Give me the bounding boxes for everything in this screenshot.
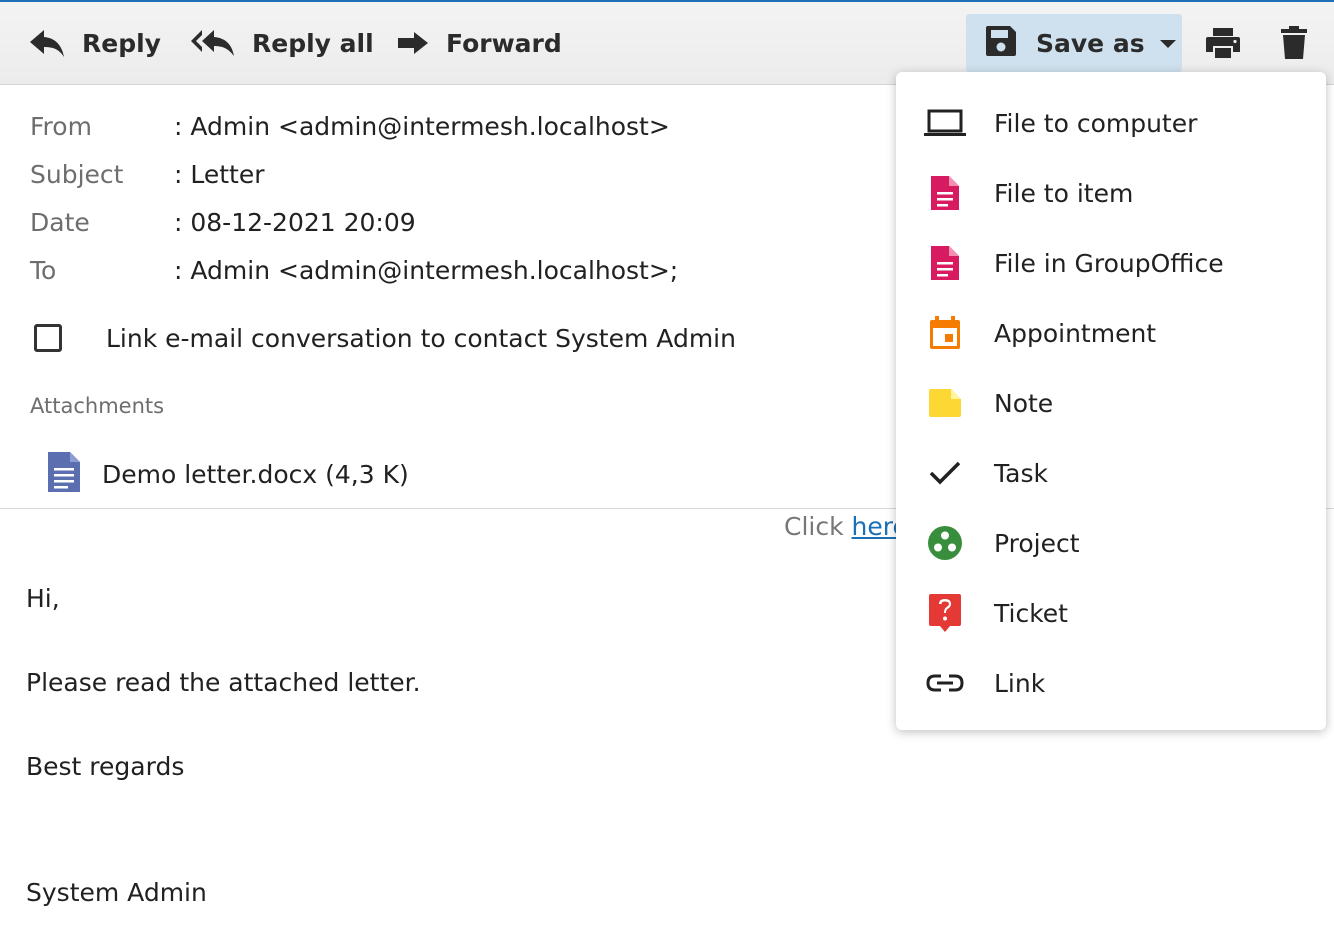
menu-item-label: Ticket <box>994 598 1068 628</box>
subject-label: Subject <box>30 159 124 189</box>
menu-item-appointment[interactable]: Appointment <box>896 298 1326 368</box>
reply-all-button[interactable]: Reply all <box>190 2 374 84</box>
header-to-row: To : Admin <admin@intermesh.localhost>; <box>30 250 678 290</box>
menu-item-link[interactable]: Link <box>896 648 1326 718</box>
menu-item-file-to-computer[interactable]: File to computer <box>896 88 1326 158</box>
save-as-menu: File to computer File to item File in Gr… <box>896 72 1326 730</box>
menu-item-label: File in GroupOffice <box>994 248 1224 278</box>
external-content-notice: Click here <box>784 512 908 541</box>
date-label: Date <box>30 207 90 237</box>
link-contact-row: Link e-mail conversation to contact Syst… <box>34 316 736 360</box>
attachment-name: Demo letter.docx (4,3 K) <box>102 459 409 489</box>
from-value: : Admin <admin@intermesh.localhost> <box>174 111 670 141</box>
menu-item-label: File to item <box>994 178 1134 208</box>
reply-button[interactable]: Reply <box>28 2 161 84</box>
subject-value: : Letter <box>174 159 265 189</box>
printer-icon <box>1204 26 1242 60</box>
reply-icon <box>28 28 82 58</box>
project-icon <box>896 525 994 561</box>
attachment-item[interactable]: Demo letter.docx (4,3 K) <box>46 450 409 498</box>
forward-icon <box>396 28 446 58</box>
menu-item-label: File to computer <box>994 108 1198 138</box>
to-value: : Admin <admin@intermesh.localhost>; <box>174 255 679 285</box>
forward-button[interactable]: Forward <box>396 2 562 84</box>
link-contact-label[interactable]: Link e-mail conversation to contact Syst… <box>106 324 736 353</box>
calendar-icon <box>896 315 994 351</box>
chevron-down-icon <box>1159 34 1177 53</box>
save-as-button[interactable]: Save as <box>966 14 1182 72</box>
file-document-icon <box>896 244 994 282</box>
header-subject-row: Subject : Letter <box>30 154 265 194</box>
date-value: : 08-12-2021 20:09 <box>174 207 416 237</box>
notice-prefix: Click <box>784 512 852 541</box>
menu-item-file-to-item[interactable]: File to item <box>896 158 1326 228</box>
menu-item-label: Link <box>994 668 1046 698</box>
header-date-row: Date : 08-12-2021 20:09 <box>30 202 416 242</box>
ticket-question-icon <box>896 593 994 633</box>
link-contact-checkbox[interactable] <box>34 324 62 352</box>
forward-label: Forward <box>446 28 562 58</box>
header-from-row: From : Admin <admin@intermesh.localhost> <box>30 106 670 146</box>
to-label: To <box>30 255 57 285</box>
body-line: Hi, <box>26 584 60 613</box>
menu-item-file-in-groupoffice[interactable]: File in GroupOffice <box>896 228 1326 298</box>
from-label: From <box>30 111 92 141</box>
menu-item-note[interactable]: Note <box>896 368 1326 438</box>
reply-all-icon <box>190 28 252 58</box>
reply-all-label: Reply all <box>252 28 374 58</box>
docx-file-icon <box>46 450 82 498</box>
menu-item-label: Note <box>994 388 1054 418</box>
reply-label: Reply <box>82 28 161 58</box>
body-line: System Admin <box>26 878 207 907</box>
link-icon <box>896 672 994 694</box>
body-line: Best regards <box>26 752 185 781</box>
check-icon <box>896 459 994 487</box>
menu-item-task[interactable]: Task <box>896 438 1326 508</box>
floppy-disk-icon <box>984 24 1018 62</box>
menu-item-label: Appointment <box>994 318 1157 348</box>
note-icon <box>896 388 994 418</box>
laptop-icon <box>896 108 994 138</box>
body-line: Please read the attached letter. <box>26 668 421 697</box>
menu-item-project[interactable]: Project <box>896 508 1326 578</box>
trash-icon <box>1280 25 1308 61</box>
menu-item-ticket[interactable]: Ticket <box>896 578 1326 648</box>
menu-item-label: Project <box>994 528 1080 558</box>
save-as-label: Save as <box>1036 28 1145 58</box>
file-document-icon <box>896 174 994 212</box>
menu-item-label: Task <box>994 458 1048 488</box>
attachments-label: Attachments <box>30 394 165 418</box>
